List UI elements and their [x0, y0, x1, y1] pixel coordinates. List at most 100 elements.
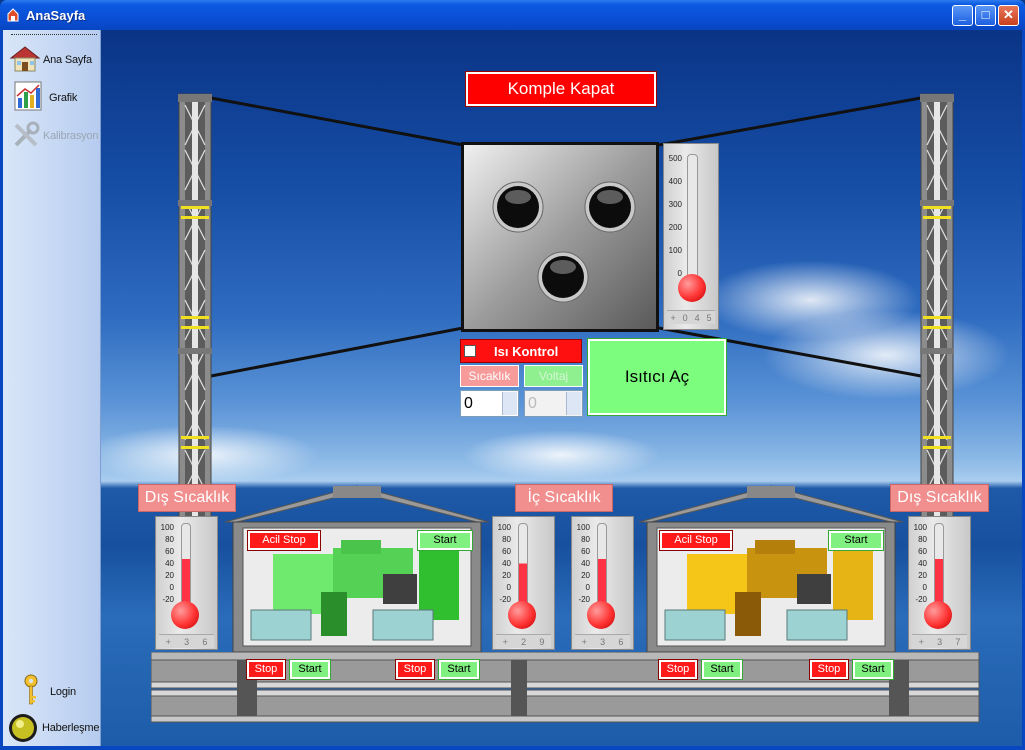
- maximize-button[interactable]: □: [975, 5, 996, 26]
- rail-stop-button-2[interactable]: Stop: [395, 659, 435, 680]
- thermo-tick: 100: [576, 523, 590, 532]
- thermo-bulb: [171, 601, 199, 629]
- outside-temp-label-left: Dış Sıcaklık: [138, 484, 236, 512]
- generator-1-start-button[interactable]: Start: [417, 530, 473, 551]
- window-title: AnaSayfa: [26, 8, 86, 23]
- thermo-tick: 40: [581, 559, 590, 568]
- readout-digit: +: [581, 636, 587, 647]
- sidebar: Ana Sayfa Grafik Kalibrasyon Login Haber…: [3, 30, 101, 746]
- thermo-tick: 80: [165, 535, 174, 544]
- readout-digit: 4: [694, 312, 700, 323]
- rail-stop-button-3[interactable]: Stop: [658, 659, 698, 680]
- voltage-mode-tab[interactable]: Voltaj: [524, 365, 583, 387]
- thermo-tick: 100: [497, 523, 511, 532]
- thermo-readout: + 0 4 5: [667, 310, 715, 324]
- readout-digit: +: [502, 636, 508, 647]
- cabinet-thermometer: 500 400 300 200 100 0 + 0 4 5: [663, 143, 719, 330]
- thermo-bulb: [508, 601, 536, 629]
- voltage-value: 0: [528, 395, 537, 412]
- house-icon: [9, 46, 41, 72]
- thermo-tube: [934, 523, 944, 613]
- thermo-tick: 20: [502, 571, 511, 580]
- thermo-tick: 0: [169, 583, 174, 592]
- minimize-icon: _: [958, 7, 967, 22]
- thermo-tick: 500: [668, 154, 682, 163]
- generator-2-start-button[interactable]: Start: [828, 530, 884, 551]
- sidebar-item-login[interactable]: Login: [7, 674, 99, 708]
- readout-digit: +: [918, 636, 924, 647]
- thermo-tick: 80: [502, 535, 511, 544]
- inside-thermometer-1: 100 80 60 40 20 0 -20 + 2 9: [492, 516, 555, 650]
- rail-start-button-4[interactable]: Start: [852, 659, 894, 680]
- thermo-tick: 0: [677, 269, 682, 278]
- thermo-tick: -20: [578, 595, 590, 604]
- temperature-input[interactable]: 0: [460, 390, 519, 417]
- thermo-tick: 20: [918, 571, 927, 580]
- close-button[interactable]: ✕: [998, 5, 1019, 26]
- readout-digit: 3: [600, 636, 606, 647]
- sidebar-item-label: Kalibrasyon: [43, 130, 99, 142]
- generator-1-emergency-stop-button[interactable]: Acil Stop: [247, 530, 321, 551]
- heat-control-checkbox[interactable]: [464, 345, 476, 357]
- shutdown-all-button[interactable]: Komple Kapat: [465, 71, 657, 107]
- chart-icon: [14, 81, 42, 111]
- inside-temp-label: İç Sıcaklık: [515, 484, 613, 512]
- readout-digit: 0: [682, 312, 688, 323]
- rail-start-button-2[interactable]: Start: [438, 659, 480, 680]
- thermo-readout: + 3 7: [912, 634, 967, 648]
- thermo-bulb: [924, 601, 952, 629]
- rail-start-button-1[interactable]: Start: [289, 659, 331, 680]
- temperature-value: 0: [464, 395, 473, 412]
- cabinet-panel: [461, 142, 659, 332]
- inside-thermometer-2: 100 80 60 40 20 0 -20 + 3 6: [571, 516, 634, 650]
- rail-start-button-3[interactable]: Start: [701, 659, 743, 680]
- thermo-tube: [518, 523, 528, 613]
- sidebar-item-label: Login: [50, 686, 76, 698]
- window-frame-bottom: [0, 746, 1025, 750]
- thermo-tick: 200: [668, 223, 682, 232]
- sidebar-item-label: Ana Sayfa: [43, 54, 92, 66]
- spinner-arrows[interactable]: [566, 392, 581, 415]
- thermo-tick: 40: [918, 559, 927, 568]
- scada-scene: Komple Kapat 500 400 300 200 100 0 + 0 4…: [101, 30, 1022, 746]
- status-light-icon: [9, 714, 37, 742]
- generator-housing-2: [638, 485, 904, 653]
- thermo-tick: 100: [668, 246, 682, 255]
- temperature-mode-tab[interactable]: Sıcaklık: [460, 365, 519, 387]
- readout-digit: 5: [706, 312, 712, 323]
- thermo-tick: 80: [918, 535, 927, 544]
- thermo-tick: 40: [502, 559, 511, 568]
- sidebar-item-kalibrasyon[interactable]: Kalibrasyon: [7, 118, 99, 152]
- sidebar-item-ana-sayfa[interactable]: Ana Sayfa: [7, 42, 99, 76]
- app-icon: [7, 8, 19, 22]
- sidebar-item-haberlesme[interactable]: Haberleşme: [7, 710, 100, 744]
- generator-housing-1: [224, 485, 490, 653]
- voltage-input[interactable]: 0: [524, 390, 583, 417]
- thermo-tick: 300: [668, 200, 682, 209]
- readout-digit: 7: [955, 636, 961, 647]
- generator-2-emergency-stop-button[interactable]: Acil Stop: [659, 530, 733, 551]
- minimize-button[interactable]: _: [952, 5, 973, 26]
- heat-control-label: Isı Kontrol: [494, 344, 559, 359]
- rail-stop-button-1[interactable]: Stop: [246, 659, 286, 680]
- readout-digit: 3: [937, 636, 943, 647]
- thermo-tick: 60: [918, 547, 927, 556]
- title-bar: [0, 0, 1025, 30]
- thermo-bulb: [678, 274, 706, 302]
- thermo-readout: + 2 9: [496, 634, 551, 648]
- heater-on-button[interactable]: Isıtıcı Aç: [587, 338, 727, 416]
- readout-digit: +: [165, 636, 171, 647]
- thermo-readout: + 3 6: [575, 634, 630, 648]
- readout-digit: 3: [184, 636, 190, 647]
- thermo-tick: 400: [668, 177, 682, 186]
- rail-stop-button-4[interactable]: Stop: [809, 659, 849, 680]
- thermo-bulb: [587, 601, 615, 629]
- heat-control-box: Isı Kontrol: [460, 339, 582, 363]
- close-icon: ✕: [1003, 7, 1014, 22]
- thermo-tick: -20: [162, 595, 174, 604]
- spinner-arrows[interactable]: [502, 392, 517, 415]
- sidebar-separator: [11, 34, 97, 35]
- maximize-icon: □: [981, 7, 990, 22]
- sidebar-item-grafik[interactable]: Grafik: [7, 80, 99, 114]
- thermo-tick: 40: [165, 559, 174, 568]
